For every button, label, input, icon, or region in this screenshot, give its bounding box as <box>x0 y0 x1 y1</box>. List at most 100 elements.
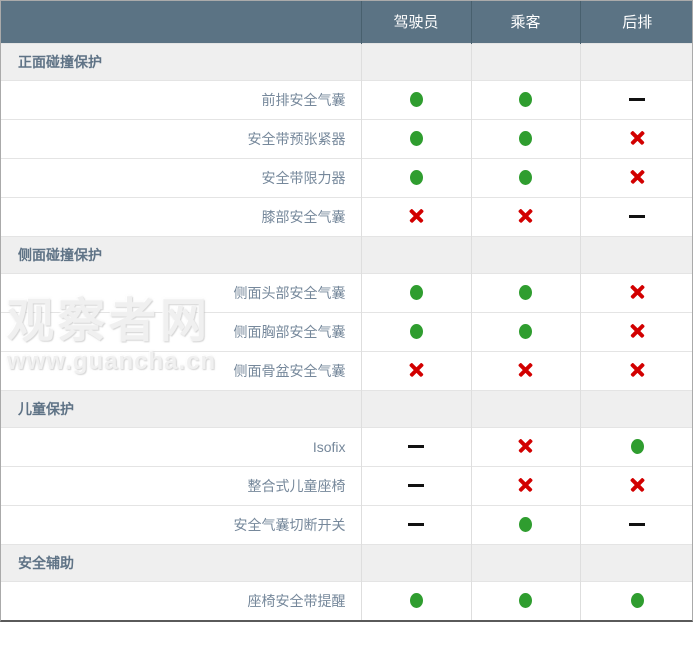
available-dot-icon <box>630 593 644 609</box>
value-cell <box>360 272 471 312</box>
available-dot-icon <box>519 130 532 146</box>
value-cell <box>470 350 580 390</box>
section-empty-cell <box>360 543 471 581</box>
section-empty-cell <box>579 235 692 273</box>
section-empty-cell <box>470 389 580 427</box>
section-empty-cell <box>360 389 471 427</box>
not-applicable-dash-icon <box>408 444 424 448</box>
value-cell <box>360 350 471 390</box>
safety-comparison-table: 驾驶员 乘客 后排 正面碰撞保护 前排安全气囊 安全带预张紧器 安全带限力器 膝部安全气… <box>1 1 692 620</box>
section-empty-cell <box>360 42 471 80</box>
header-passenger: 乘客 <box>470 1 580 43</box>
available-dot-icon <box>630 438 644 454</box>
header-rear: 后排 <box>579 1 692 43</box>
available-dot-icon <box>409 284 423 300</box>
table-row: 安全气囊切断开关 <box>1 504 692 544</box>
section-empty-cell <box>579 389 692 427</box>
value-cell <box>579 272 692 312</box>
value-cell <box>470 465 580 505</box>
value-cell <box>470 426 580 466</box>
value-cell <box>579 504 692 544</box>
table-row: 侧面头部安全气囊 <box>1 272 692 312</box>
feature-label: Isofix <box>1 426 361 466</box>
available-dot-icon <box>519 323 532 339</box>
feature-label: 膝部安全气囊 <box>1 196 361 236</box>
value-cell <box>360 426 471 466</box>
table-row: Isofix <box>1 426 692 466</box>
value-cell <box>470 118 580 158</box>
section-empty-cell <box>470 235 580 273</box>
feature-label: 整合式儿童座椅 <box>1 465 361 505</box>
available-dot-icon <box>409 91 423 107</box>
value-cell <box>579 580 692 620</box>
value-cell <box>579 157 692 197</box>
section-title: 安全辅助 <box>1 543 361 581</box>
table-row: 整合式儿童座椅 <box>1 465 692 505</box>
value-cell <box>470 580 580 620</box>
section-empty-cell <box>579 42 692 80</box>
value-cell <box>360 465 471 505</box>
value-cell <box>470 504 580 544</box>
value-cell <box>360 118 471 158</box>
value-cell <box>579 350 692 390</box>
value-cell <box>579 311 692 351</box>
section-row: 儿童保护 <box>1 389 692 427</box>
value-cell <box>579 196 692 236</box>
unavailable-cross-icon <box>517 362 534 379</box>
value-cell <box>579 79 692 119</box>
unavailable-cross-icon <box>629 130 646 147</box>
value-cell <box>470 311 580 351</box>
section-title: 正面碰撞保护 <box>1 42 361 80</box>
header-driver: 驾驶员 <box>360 1 471 43</box>
section-row: 正面碰撞保护 <box>1 42 692 80</box>
not-applicable-dash-icon <box>629 214 646 218</box>
section-empty-cell <box>360 235 471 273</box>
not-applicable-dash-icon <box>629 97 646 101</box>
feature-label: 座椅安全带提醒 <box>1 580 361 620</box>
header-row: 驾驶员 乘客 后排 <box>1 1 692 43</box>
value-cell <box>579 118 692 158</box>
unavailable-cross-icon <box>629 362 646 379</box>
table-row: 安全带限力器 <box>1 157 692 197</box>
available-dot-icon <box>409 593 423 609</box>
section-empty-cell <box>470 42 580 80</box>
safety-feature-table: 驾驶员 乘客 后排 正面碰撞保护 前排安全气囊 安全带预张紧器 安全带限力器 膝部安全气… <box>0 0 693 622</box>
unavailable-cross-icon <box>629 169 646 186</box>
unavailable-cross-icon <box>517 477 534 494</box>
table-row: 侧面骨盆安全气囊 <box>1 350 692 390</box>
not-applicable-dash-icon <box>629 522 646 526</box>
unavailable-cross-icon <box>629 323 646 340</box>
section-row: 安全辅助 <box>1 543 692 581</box>
table-row: 前排安全气囊 <box>1 79 692 119</box>
available-dot-icon <box>519 284 532 300</box>
available-dot-icon <box>519 169 532 185</box>
feature-label: 侧面头部安全气囊 <box>1 272 361 312</box>
unavailable-cross-icon <box>629 477 646 494</box>
section-empty-cell <box>579 543 692 581</box>
value-cell <box>360 311 471 351</box>
unavailable-cross-icon <box>408 362 425 379</box>
value-cell <box>470 272 580 312</box>
value-cell <box>579 426 692 466</box>
available-dot-icon <box>409 323 423 339</box>
table-row: 侧面胸部安全气囊 <box>1 311 692 351</box>
value-cell <box>470 157 580 197</box>
value-cell <box>360 504 471 544</box>
available-dot-icon <box>519 593 532 609</box>
section-row: 侧面碰撞保护 <box>1 235 692 273</box>
value-cell <box>360 196 471 236</box>
feature-label: 安全带预张紧器 <box>1 118 361 158</box>
not-applicable-dash-icon <box>408 522 424 526</box>
unavailable-cross-icon <box>629 284 646 301</box>
available-dot-icon <box>519 91 532 107</box>
value-cell <box>470 79 580 119</box>
header-feature-column <box>1 1 361 43</box>
feature-label: 安全气囊切断开关 <box>1 504 361 544</box>
section-title: 侧面碰撞保护 <box>1 235 361 273</box>
table-row: 膝部安全气囊 <box>1 196 692 236</box>
available-dot-icon <box>409 169 423 185</box>
unavailable-cross-icon <box>517 208 534 225</box>
unavailable-cross-icon <box>408 208 425 225</box>
value-cell <box>470 196 580 236</box>
available-dot-icon <box>519 516 532 532</box>
